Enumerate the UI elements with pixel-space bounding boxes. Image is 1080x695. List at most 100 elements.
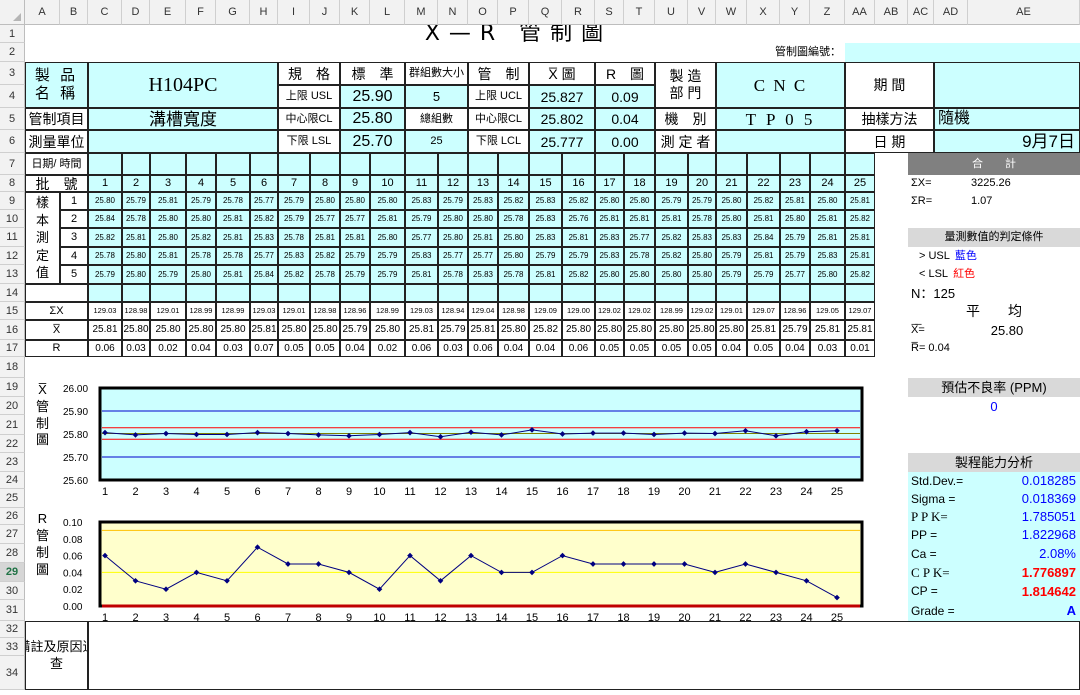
xbar-value[interactable]: 25.80 (716, 320, 747, 340)
sum-x-value[interactable]: 128.98 (310, 302, 340, 320)
sample-value[interactable]: 25.82 (562, 192, 595, 210)
sample-value[interactable]: 25.80 (186, 265, 216, 284)
row-header-26[interactable]: 26 (0, 508, 25, 525)
date-value[interactable]: 9月7日 (934, 130, 1080, 153)
row-header-14[interactable]: 14 (0, 284, 25, 302)
sum-x-value[interactable]: 129.04 (468, 302, 498, 320)
sample-value[interactable]: 25.79 (438, 192, 468, 210)
sample-value[interactable]: 25.81 (529, 265, 562, 284)
row-header-29[interactable]: 29 (0, 563, 25, 582)
empty-sample[interactable] (716, 284, 747, 302)
machine-value[interactable]: T P 0 5 (716, 108, 845, 130)
datetime-cell[interactable] (498, 153, 529, 175)
sample-value[interactable]: 25.80 (150, 228, 186, 247)
sample-value[interactable]: 25.80 (498, 247, 529, 265)
capability-stat-value[interactable]: 1.785051 (968, 508, 1080, 525)
measurer-value[interactable] (716, 130, 845, 153)
sample-value[interactable]: 25.83 (405, 247, 438, 265)
sample-value[interactable]: 25.79 (780, 247, 810, 265)
empty-sample[interactable] (310, 284, 340, 302)
empty-sample[interactable] (88, 284, 122, 302)
batch-number[interactable]: 3 (150, 175, 186, 192)
sample-value[interactable]: 25.79 (278, 192, 310, 210)
sample-value[interactable]: 25.79 (747, 265, 780, 284)
sample-value[interactable]: 25.80 (468, 210, 498, 228)
empty-sample[interactable] (498, 284, 529, 302)
r-value[interactable]: 0.05 (747, 340, 780, 357)
row-header-1[interactable]: 1 (0, 25, 25, 43)
sample-value[interactable]: 25.83 (810, 247, 845, 265)
sample-value[interactable]: 25.82 (278, 265, 310, 284)
sum-x-value[interactable]: 129.02 (624, 302, 655, 320)
r-value[interactable]: 0.03 (216, 340, 250, 357)
sample-value[interactable]: 25.78 (186, 247, 216, 265)
sample-value[interactable]: 25.83 (405, 192, 438, 210)
sample-value[interactable]: 25.83 (688, 228, 716, 247)
sample-value[interactable]: 25.81 (747, 247, 780, 265)
sample-value[interactable]: 25.84 (88, 210, 122, 228)
xbar-value[interactable]: 25.81 (747, 320, 780, 340)
sample-value[interactable]: 25.80 (688, 247, 716, 265)
sample-value[interactable]: 25.77 (310, 210, 340, 228)
r-value[interactable]: 0.01 (845, 340, 875, 357)
sample-value[interactable]: 25.77 (780, 265, 810, 284)
lsl-value[interactable]: 25.70 (340, 130, 405, 153)
column-header-ab[interactable]: AB (875, 0, 908, 25)
sum-x-value[interactable]: 128.96 (340, 302, 370, 320)
sum-x-value[interactable]: 128.94 (438, 302, 468, 320)
sample-value[interactable]: 25.83 (595, 247, 624, 265)
r-value[interactable]: 0.03 (810, 340, 845, 357)
r-bar-value[interactable]: R̅= 0.04 (908, 340, 1080, 357)
xbar-value[interactable]: 25.80 (498, 320, 529, 340)
sum-r-total-value[interactable]: 1.07 (968, 192, 1080, 210)
n-value[interactable]: N：125 (908, 284, 1080, 302)
sample-value[interactable]: 25.78 (688, 210, 716, 228)
sum-x-value[interactable]: 129.02 (688, 302, 716, 320)
sample-value[interactable]: 25.79 (278, 210, 310, 228)
sample-value[interactable]: 25.80 (498, 228, 529, 247)
total-groups-value[interactable]: 25 (405, 130, 468, 153)
column-header-d[interactable]: D (122, 0, 150, 25)
datetime-cell[interactable] (186, 153, 216, 175)
sample-value[interactable]: 25.76 (562, 210, 595, 228)
r-value[interactable]: 0.05 (624, 340, 655, 357)
sample-value[interactable]: 25.78 (624, 247, 655, 265)
sample-value[interactable]: 25.81 (845, 247, 875, 265)
department-value[interactable]: C N C (716, 62, 845, 108)
capability-stat-value[interactable]: 1.776897 (968, 563, 1080, 582)
r-value[interactable]: 0.06 (405, 340, 438, 357)
column-header-t[interactable]: T (624, 0, 655, 25)
column-header-k[interactable]: K (340, 0, 370, 25)
sample-value[interactable]: 25.84 (747, 228, 780, 247)
capability-stat-value[interactable]: A (968, 600, 1080, 621)
r-value[interactable]: 0.05 (688, 340, 716, 357)
sample-value[interactable]: 25.80 (438, 228, 468, 247)
datetime-cell[interactable] (529, 153, 562, 175)
row-header-7[interactable]: 7 (0, 153, 25, 175)
sum-x-value[interactable]: 129.07 (845, 302, 875, 320)
column-header-q[interactable]: Q (529, 0, 562, 25)
sampling-value[interactable]: 隨機 (934, 108, 1080, 130)
sample-value[interactable]: 25.79 (340, 265, 370, 284)
sum-x-value[interactable]: 129.09 (529, 302, 562, 320)
remarks-field[interactable] (88, 621, 1080, 690)
sample-value[interactable]: 25.78 (310, 265, 340, 284)
sum-x-value[interactable]: 128.99 (216, 302, 250, 320)
row-header-9[interactable]: 9 (0, 192, 25, 210)
sample-value[interactable]: 25.80 (688, 265, 716, 284)
column-header-e[interactable]: E (150, 0, 186, 25)
chart-no-field[interactable] (845, 43, 1080, 62)
xbar-value[interactable]: 25.80 (688, 320, 716, 340)
xbar-value[interactable]: 25.80 (655, 320, 688, 340)
sample-value[interactable]: 25.79 (150, 265, 186, 284)
row-header-22[interactable]: 22 (0, 435, 25, 453)
empty-sample[interactable] (370, 284, 405, 302)
sample-value[interactable]: 25.80 (810, 265, 845, 284)
column-header-z[interactable]: Z (810, 0, 845, 25)
batch-number[interactable]: 18 (624, 175, 655, 192)
datetime-cell[interactable] (747, 153, 780, 175)
sample-value[interactable]: 25.79 (370, 247, 405, 265)
xbar-value[interactable]: 25.79 (438, 320, 468, 340)
row-header-33[interactable]: 33 (0, 638, 25, 656)
row-header-34[interactable]: 34 (0, 656, 25, 690)
